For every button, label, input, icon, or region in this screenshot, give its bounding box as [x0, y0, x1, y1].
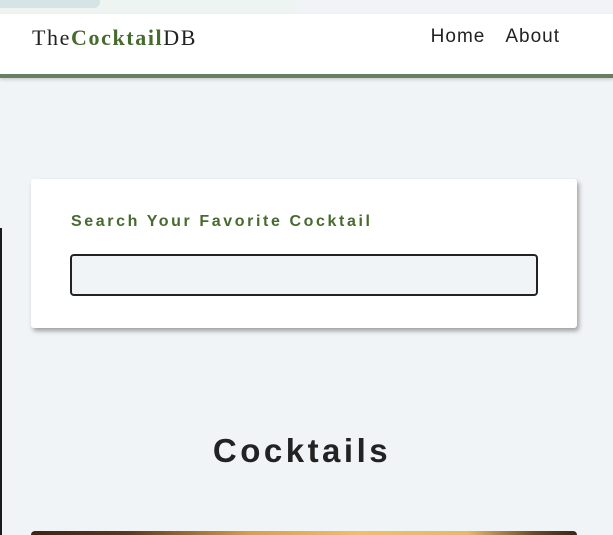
- search-label: Search Your Favorite Cocktail: [71, 213, 373, 230]
- top-strip-decoration: [0, 0, 295, 14]
- section-title: Cocktails: [212, 432, 392, 469]
- search-input[interactable]: [70, 254, 538, 296]
- navbar: TheCocktailDB Home About: [0, 14, 613, 78]
- cocktail-card-image[interactable]: [31, 531, 577, 535]
- left-rule-divider: [0, 228, 2, 535]
- top-strip-accent: [0, 0, 100, 8]
- nav-links: Home About: [431, 26, 560, 48]
- brand-prefix: The: [32, 25, 72, 50]
- brand-logo[interactable]: TheCocktailDB: [32, 25, 197, 51]
- search-card: Search Your Favorite Cocktail: [31, 179, 577, 328]
- brand-middle: Cocktail: [71, 25, 164, 50]
- page: TheCocktailDB Home About Search Your Fav…: [0, 0, 613, 535]
- nav-link-about[interactable]: About: [505, 26, 560, 48]
- nav-link-home[interactable]: Home: [431, 26, 486, 48]
- brand-suffix: DB: [163, 25, 198, 50]
